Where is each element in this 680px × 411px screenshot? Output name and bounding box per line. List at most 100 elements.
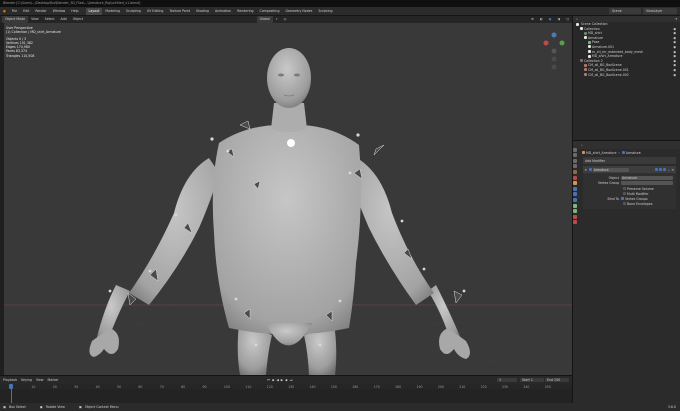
- properties-search-icon[interactable]: ⌕: [581, 143, 583, 147]
- edit-mode-toggle-icon[interactable]: [654, 168, 658, 171]
- character-model[interactable]: [89, 48, 470, 375]
- tab-texture-paint[interactable]: Texture Paint: [166, 8, 193, 15]
- outliner-item[interactable]: CM_all_BG_BoxScene.002 ◉: [573, 73, 680, 78]
- viewport-scene: [4, 32, 572, 375]
- outliner-filter-icon[interactable]: ▾: [675, 17, 677, 21]
- add-modifier-button[interactable]: Add Modifier: [583, 157, 676, 164]
- render-tab-icon[interactable]: [573, 153, 577, 158]
- outliner-item-icon: [584, 68, 587, 72]
- gizmo-toggle-icon[interactable]: ⊕: [528, 16, 537, 23]
- tab-rendering[interactable]: Rendering: [234, 8, 256, 15]
- bone-envelopes-row[interactable]: Bone Envelopes: [583, 201, 676, 206]
- proportional-edit-icon[interactable]: ◎: [281, 16, 290, 23]
- menu-render[interactable]: Render: [32, 7, 49, 16]
- blender-logo-icon[interactable]: ●: [0, 7, 9, 16]
- material-tab-icon[interactable]: [573, 214, 577, 219]
- shading-solid-icon[interactable]: ●: [546, 16, 555, 23]
- viewport-menu-select[interactable]: Select: [42, 16, 58, 23]
- texture-tab-icon[interactable]: [573, 220, 577, 225]
- overlay-toggle-icon[interactable]: ◐: [537, 16, 546, 23]
- mode-selector[interactable]: Object Mode: [2, 16, 29, 23]
- current-frame-field[interactable]: 1: [497, 378, 517, 382]
- remove-modifier-icon[interactable]: ✕: [671, 168, 674, 172]
- object-data-tab-icon[interactable]: [573, 209, 577, 214]
- collapse-chevron-icon[interactable]: ▾: [585, 168, 587, 172]
- transform-orientation[interactable]: Global: [256, 16, 273, 23]
- tool-tab-icon[interactable]: [573, 147, 577, 152]
- jump-end-icon[interactable]: ⏭: [290, 378, 293, 382]
- bone-envelopes-checkbox[interactable]: [623, 202, 626, 205]
- timeline-header: Playback Keying View Marker ⏮ ◆ ◀ ▶ ◆ ⏭ …: [0, 376, 572, 384]
- timeline-menu-marker[interactable]: Marker: [48, 378, 63, 382]
- tab-shading[interactable]: Shading: [193, 8, 212, 15]
- timeline-panel[interactable]: Playback Keying View Marker ⏮ ◆ ◀ ▶ ◆ ⏭ …: [0, 375, 572, 403]
- vertex-group-field[interactable]: [621, 181, 673, 186]
- viewport-toggle-icon[interactable]: [658, 168, 662, 171]
- menu-help[interactable]: Help: [68, 7, 81, 16]
- shading-rendered-icon[interactable]: ○: [563, 16, 572, 23]
- preserve-volume-checkbox[interactable]: [623, 187, 626, 190]
- active-collection: (1) Collection | MD_shirt_Armature: [6, 30, 61, 35]
- view-layer-selector[interactable]: ViewLayer: [643, 8, 677, 14]
- menu-window[interactable]: Window: [50, 7, 69, 16]
- viewport-menu-object[interactable]: Object: [70, 16, 86, 23]
- outliner-search-icon[interactable]: ⌕: [576, 17, 578, 21]
- scene-selector[interactable]: Scene: [609, 8, 641, 14]
- timeline-menu-keying[interactable]: Keying: [21, 378, 36, 382]
- multi-modifier-checkbox[interactable]: [623, 192, 626, 195]
- render-toggle-icon[interactable]: [662, 168, 666, 171]
- timeline-track-area[interactable]: [0, 384, 572, 403]
- modifier-menu-icon[interactable]: ⌄: [668, 168, 671, 172]
- modifier-name-field[interactable]: Armature: [592, 167, 629, 172]
- 3d-cursor-icon[interactable]: [287, 139, 295, 147]
- vertex-groups-checkbox[interactable]: [621, 197, 624, 200]
- viewport-menu-view[interactable]: View: [28, 16, 42, 23]
- modifier-tab-icon[interactable]: [573, 186, 577, 191]
- 3d-viewport[interactable]: [4, 23, 572, 375]
- viewport-menu-add[interactable]: Add: [58, 16, 70, 23]
- navigation-gizmo[interactable]: [543, 32, 565, 70]
- timeline-menu-view[interactable]: View: [36, 378, 48, 382]
- shading-material-icon[interactable]: ◑: [554, 16, 563, 23]
- tab-animation[interactable]: Animation: [212, 8, 234, 15]
- tab-uv-editing[interactable]: UV Editing: [144, 8, 167, 15]
- world-tab-icon[interactable]: [573, 175, 577, 180]
- properties-panel[interactable]: ⌕ MD_shirt_Armature › Armature Add Modif…: [572, 140, 680, 403]
- scene-tab-icon[interactable]: [573, 169, 577, 174]
- window-title: Blender [C:\Users\...\Desktop\fbx\Blende…: [3, 1, 141, 5]
- modifier-header[interactable]: ▾ Armature ⌄ ✕: [583, 166, 676, 173]
- tab-scripting[interactable]: Scripting: [315, 8, 335, 15]
- mouse-left-icon: ▣: [3, 405, 7, 409]
- visibility-eye-icon[interactable]: ◉: [673, 73, 676, 78]
- physics-tab-icon[interactable]: [573, 197, 577, 202]
- menu-edit[interactable]: Edit: [20, 7, 32, 16]
- object-field[interactable]: Armature: [621, 175, 673, 180]
- status-rotate: Rotate View: [45, 405, 65, 409]
- constraints-tab-icon[interactable]: [573, 203, 577, 208]
- outliner-panel[interactable]: ⌕ ▾ Scene Collection Collection ◉ MD_shirt…: [572, 16, 680, 140]
- tab-sculpting[interactable]: Sculpting: [123, 8, 144, 15]
- play-icon[interactable]: ▶: [281, 378, 283, 382]
- top-bar: ● File Edit Render Window Help Layout Mo…: [0, 7, 680, 16]
- properties-tabs[interactable]: [572, 146, 578, 286]
- jump-start-icon[interactable]: ⏮: [267, 378, 270, 382]
- view-layer-tab-icon[interactable]: [573, 164, 577, 169]
- tab-geometry-nodes[interactable]: Geometry Nodes: [282, 8, 315, 15]
- tab-modeling[interactable]: Modeling: [102, 8, 123, 15]
- prev-key-icon[interactable]: ◆: [272, 378, 274, 382]
- tab-layout[interactable]: Layout: [85, 8, 103, 15]
- next-key-icon[interactable]: ◆: [285, 378, 287, 382]
- menu-file[interactable]: File: [9, 7, 20, 16]
- particles-tab-icon[interactable]: [573, 192, 577, 197]
- output-tab-icon[interactable]: [573, 158, 577, 163]
- start-frame-field[interactable]: Start 1: [520, 378, 544, 382]
- snap-icon[interactable]: ⌖: [273, 16, 281, 23]
- end-frame-field[interactable]: End 250: [545, 378, 569, 382]
- tab-compositing[interactable]: Compositing: [257, 8, 283, 15]
- play-reverse-icon[interactable]: ◀: [276, 378, 278, 382]
- timeline-tick-label: 0: [10, 385, 31, 389]
- timeline-menu-playback[interactable]: Playback: [3, 378, 21, 382]
- armature-modifier-icon: [588, 168, 592, 171]
- timeline-tick-label: 90: [202, 384, 207, 389]
- object-tab-icon[interactable]: [573, 181, 577, 186]
